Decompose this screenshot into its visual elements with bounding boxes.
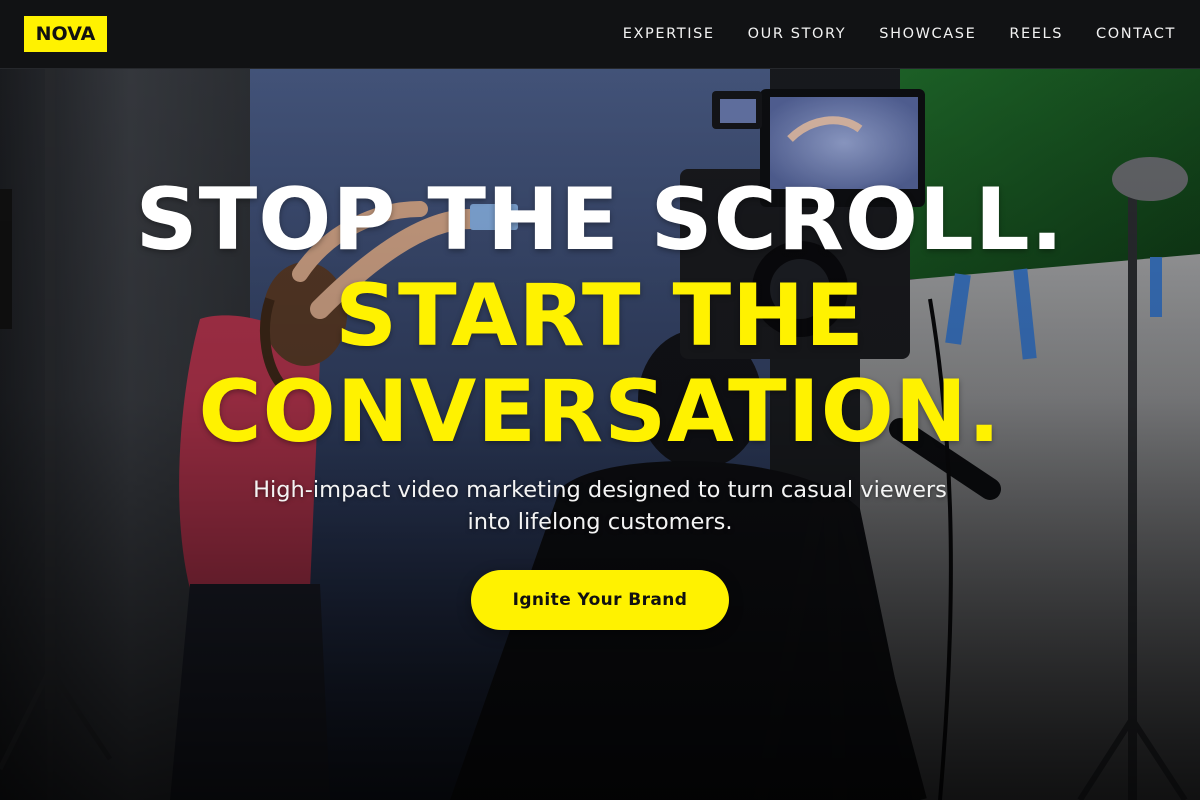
headline-line-2: START THE <box>335 266 865 366</box>
nav-item-contact[interactable]: CONTACT <box>1096 26 1176 42</box>
ignite-your-brand-button[interactable]: Ignite Your Brand <box>471 570 729 630</box>
hero-section: STOP THE SCROLL. START THE CONVERSATION.… <box>0 69 1200 800</box>
site-header: NOVA EXPERTISE OUR STORY SHOWCASE REELS … <box>0 0 1200 69</box>
nav-item-our-story[interactable]: OUR STORY <box>748 26 847 42</box>
nav-item-reels[interactable]: REELS <box>1009 26 1063 42</box>
hero-subhead: High-impact video marketing designed to … <box>253 477 947 535</box>
page: NOVA EXPERTISE OUR STORY SHOWCASE REELS … <box>0 0 1200 800</box>
nav-item-expertise[interactable]: EXPERTISE <box>623 26 715 42</box>
hero-headline: STOP THE SCROLL. START THE CONVERSATION. <box>0 172 1200 460</box>
nav-item-showcase[interactable]: SHOWCASE <box>879 26 976 42</box>
headline-line-1: STOP THE SCROLL. <box>135 170 1065 270</box>
main-nav: EXPERTISE OUR STORY SHOWCASE REELS CONTA… <box>590 0 1176 68</box>
logo[interactable]: NOVA <box>24 16 107 52</box>
headline-line-3: CONVERSATION. <box>198 362 1002 462</box>
